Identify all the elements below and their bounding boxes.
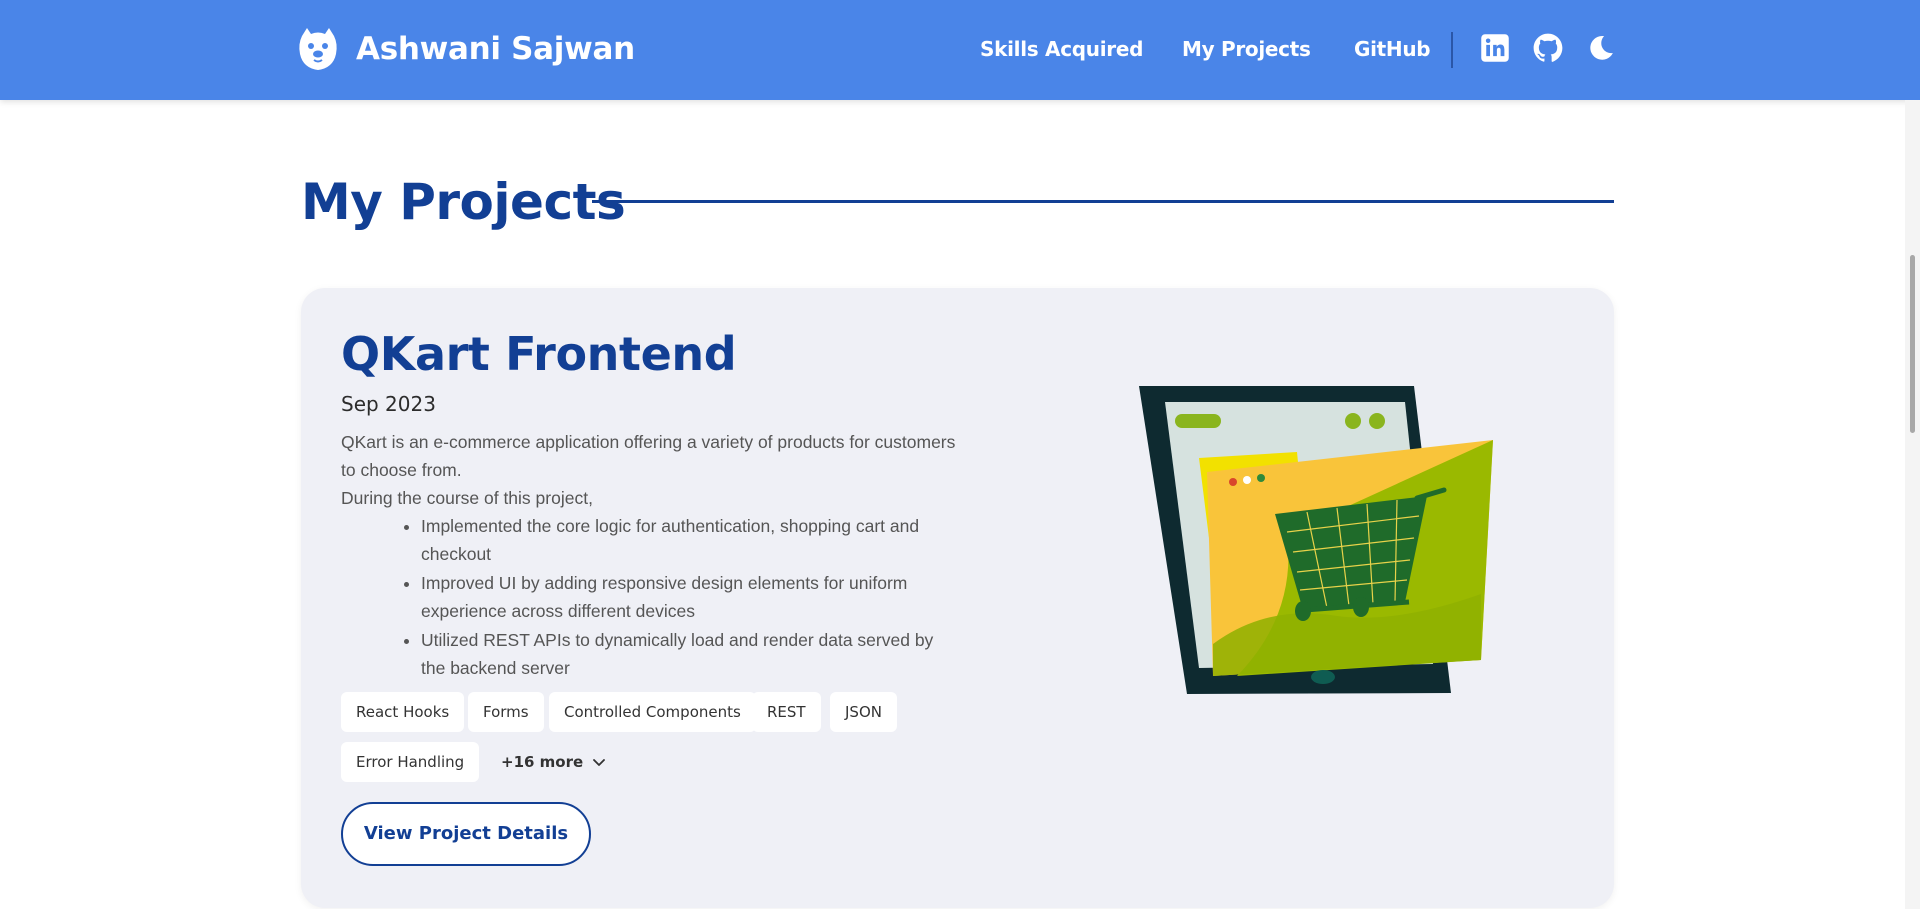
nav-divider xyxy=(1451,32,1453,68)
more-tags-label: +16 more xyxy=(501,753,584,771)
shopping-cart-tablet-illustration xyxy=(1139,386,1493,694)
tag-chip: Forms xyxy=(468,692,544,732)
bullet-item: Utilized REST APIs to dynamically load a… xyxy=(421,626,961,683)
section-title-rule xyxy=(592,200,1614,203)
tag-chip: Controlled Components xyxy=(549,692,756,732)
nav-link-skills-acquired[interactable]: Skills Acquired xyxy=(980,37,1143,61)
project-bullets: Implemented the core logic for authentic… xyxy=(341,512,961,683)
nav-link-github[interactable]: GitHub xyxy=(1354,37,1431,61)
project-date: Sep 2023 xyxy=(341,392,436,416)
project-card: QKart Frontend Sep 2023 QKart is an e-co… xyxy=(301,288,1614,908)
brand[interactable]: Ashwani Sajwan xyxy=(298,26,635,72)
project-description: QKart is an e-commerce application offer… xyxy=(341,428,961,683)
page-scrollbar[interactable] xyxy=(1905,100,1920,909)
nav-link-my-projects[interactable]: My Projects xyxy=(1182,37,1311,61)
bullet-item: Improved UI by adding responsive design … xyxy=(421,569,961,626)
brand-name: Ashwani Sajwan xyxy=(356,31,635,67)
github-icon[interactable] xyxy=(1533,33,1563,63)
tag-chip: REST xyxy=(752,692,821,732)
project-title: QKart Frontend xyxy=(341,327,737,381)
tag-chip: React Hooks xyxy=(341,692,465,732)
top-navbar: Ashwani Sajwan Skills Acquired My Projec… xyxy=(0,0,1920,100)
tag-chip: Error Handling xyxy=(341,742,480,782)
section-title: My Projects xyxy=(301,173,626,231)
description-line: During the course of this project, xyxy=(341,488,593,508)
tag-chip: JSON xyxy=(830,692,897,732)
linkedin-icon[interactable] xyxy=(1480,33,1510,63)
bullet-item: Implemented the core logic for authentic… xyxy=(421,512,961,569)
show-more-tags-button[interactable]: +16 more xyxy=(501,742,607,782)
bear-logo-icon xyxy=(299,28,337,70)
description-line: QKart is an e-commerce application offer… xyxy=(341,432,956,480)
view-project-details-button[interactable]: View Project Details xyxy=(341,802,591,866)
chevron-down-icon xyxy=(593,759,606,766)
moon-icon[interactable] xyxy=(1586,33,1616,63)
scrollbar-thumb[interactable] xyxy=(1910,255,1915,433)
